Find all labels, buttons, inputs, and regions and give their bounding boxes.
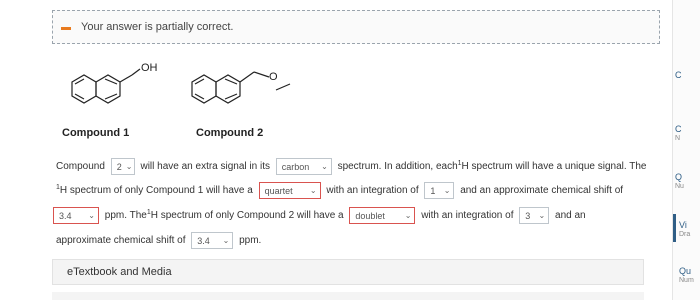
question-line-3: 3.4 ⌄ ppm. The1H spectrum of only Compoun… xyxy=(53,207,586,224)
chevron-down-icon: ⌄ xyxy=(321,162,328,171)
text-unique-signal: H spectrum will have a unique signal. Th… xyxy=(461,161,647,173)
integration-2-select[interactable]: 3 ⌄ xyxy=(519,207,550,224)
text-ppm-the: ppm. The xyxy=(104,210,147,222)
question-line-1: Compound 2 ⌄ will have an extra signal in… xyxy=(56,158,646,175)
compound-2-label: Compound 2 xyxy=(196,127,264,139)
compound-2-structure: O xyxy=(191,71,291,104)
multiplicity-2-select[interactable]: doublet ⌄ xyxy=(349,207,416,224)
right-sidebar: C CN Q Nu Vi Dra Qu Num xyxy=(672,0,700,300)
etextbook-media-toggle[interactable]: eTextbook and Media xyxy=(52,259,644,285)
chevron-down-icon: ⌄ xyxy=(222,236,230,245)
shift-1-select[interactable]: 3.4 ⌄ xyxy=(53,207,99,224)
feedback-banner: Your answer is partially correct. xyxy=(52,10,660,44)
chevron-down-icon: ⌄ xyxy=(443,186,451,195)
text-approx-shift: approximate chemical shift of xyxy=(56,235,186,247)
active-indicator xyxy=(673,214,676,242)
text-extra-signal: will have an extra signal in its xyxy=(140,161,270,173)
text-and-an: and an xyxy=(555,210,586,222)
o-label: O xyxy=(269,71,278,83)
text-compound: Compound xyxy=(56,161,105,173)
text-compound2-spectrum: H spectrum of only Compound 2 will have … xyxy=(150,210,344,222)
sidebar-item-1[interactable]: C xyxy=(675,70,682,80)
text-compound1-spectrum: H spectrum of only Compound 1 will have … xyxy=(59,185,253,197)
spectrum-select[interactable]: carbon ⌄ xyxy=(275,158,332,175)
oh-label: OH xyxy=(141,62,158,74)
multiplicity-1-select[interactable]: quartet ⌄ xyxy=(258,182,321,199)
next-section-strip xyxy=(52,292,644,300)
chevron-down-icon: ⌄ xyxy=(404,211,412,220)
compound-1-structure: OH xyxy=(71,62,158,104)
chevron-down-icon: ⌄ xyxy=(538,211,546,220)
sidebar-item-2[interactable]: CN xyxy=(675,124,682,144)
shift-2-select[interactable]: 3.4 ⌄ xyxy=(191,232,234,249)
compound-1-label: Compound 1 xyxy=(62,127,130,139)
sidebar-item-4[interactable]: Vi Dra xyxy=(679,220,690,240)
text-chemical-shift: and an approximate chemical shift of xyxy=(460,185,624,197)
compound-select[interactable]: 2 ⌄ xyxy=(110,158,135,175)
chevron-down-icon: ⌄ xyxy=(88,211,95,220)
text-ppm: ppm. xyxy=(239,235,262,247)
text-spectrum-addition: spectrum. In addition, each xyxy=(337,161,458,173)
text-integration-2: with an integration of xyxy=(421,210,514,222)
sidebar-item-3[interactable]: Q Nu xyxy=(675,172,684,192)
etextbook-label: eTextbook and Media xyxy=(67,266,172,278)
integration-1-select[interactable]: 1 ⌄ xyxy=(424,182,455,199)
partial-correct-icon xyxy=(61,27,71,30)
question-line-2: 1H spectrum of only Compound 1 will have… xyxy=(56,182,623,199)
feedback-message: Your answer is partially correct. xyxy=(81,21,234,33)
sidebar-item-5[interactable]: Qu Num xyxy=(679,266,694,286)
chevron-down-icon: ⌄ xyxy=(125,162,133,171)
question-line-4: approximate chemical shift of 3.4 ⌄ ppm. xyxy=(56,232,261,249)
chevron-down-icon: ⌄ xyxy=(309,186,317,195)
text-integration: with an integration of xyxy=(326,185,419,197)
